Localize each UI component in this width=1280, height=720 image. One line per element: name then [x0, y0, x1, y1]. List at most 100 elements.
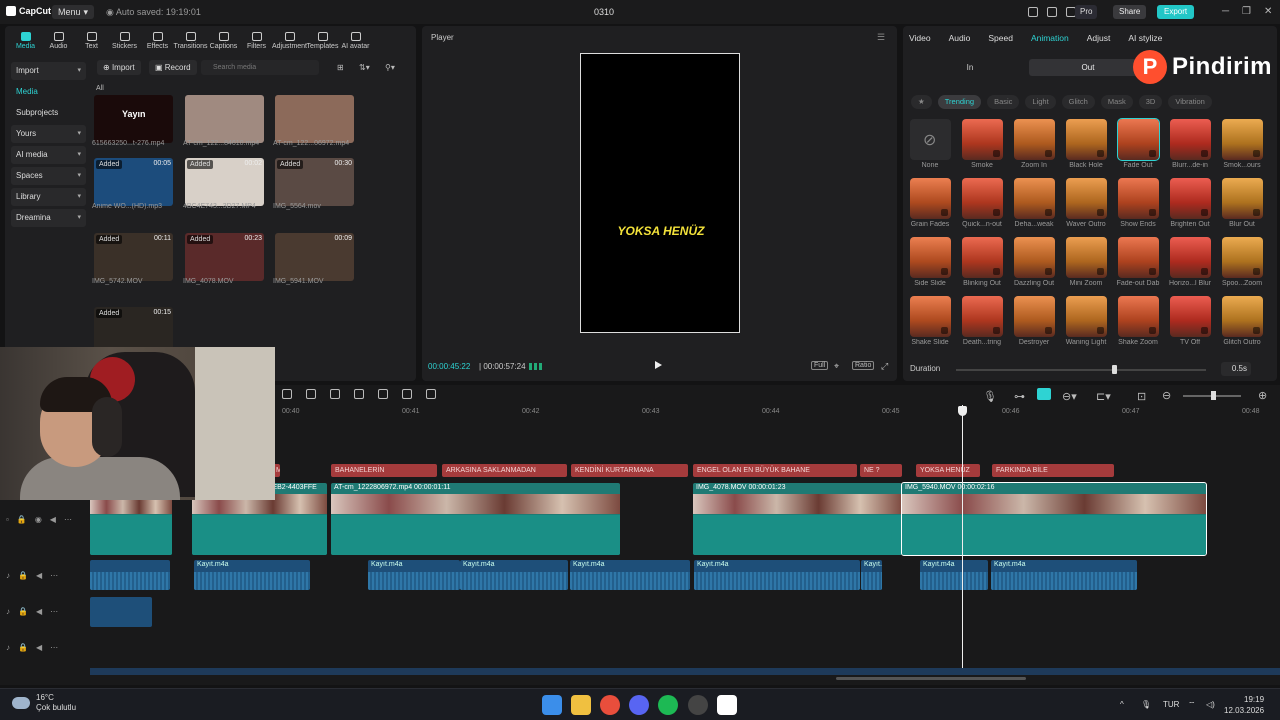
- audio-clip[interactable]: Kayıt.m4a: [368, 560, 460, 590]
- animation-preset[interactable]: [1117, 118, 1160, 161]
- layout-icon[interactable]: [1028, 7, 1038, 17]
- toolbar-media[interactable]: Media: [9, 26, 42, 52]
- more-icon[interactable]: ⋯: [50, 643, 58, 652]
- audio-clip[interactable]: Kayıt.m4a: [694, 560, 860, 590]
- play-icon[interactable]: [655, 361, 662, 369]
- sidebar-item-library[interactable]: Library ▾: [11, 188, 86, 206]
- animation-preset[interactable]: [962, 296, 1003, 337]
- tab-speed[interactable]: Speed: [988, 33, 1013, 43]
- sidebar-item-import[interactable]: Import ▾: [11, 62, 86, 80]
- cover-icon[interactable]: ▫: [6, 515, 9, 524]
- zoom-out-icon[interactable]: ⊖: [1162, 389, 1171, 402]
- media-thumbnail[interactable]: [185, 95, 264, 143]
- media-thumbnail[interactable]: Added 00:23: [185, 233, 264, 281]
- tray-chevron-icon[interactable]: ^: [1120, 700, 1124, 709]
- animation-preset[interactable]: [1222, 296, 1263, 337]
- animation-preset[interactable]: [1066, 119, 1107, 160]
- animation-preset[interactable]: [1222, 178, 1263, 219]
- media-thumbnail[interactable]: Added 00:05: [94, 158, 173, 206]
- split-icon[interactable]: [306, 389, 316, 399]
- link-icon[interactable]: ⊶: [1014, 390, 1025, 403]
- grid-view-icon[interactable]: ⊞: [337, 63, 344, 72]
- filter-icon[interactable]: ⚲▾: [385, 63, 395, 72]
- eye-icon[interactable]: ◉: [35, 515, 42, 524]
- toolbar-effects[interactable]: Effects: [141, 26, 174, 52]
- sidebar-item-spaces[interactable]: Spaces ▾: [11, 167, 86, 185]
- file-explorer-icon[interactable]: [571, 695, 591, 715]
- duration-value[interactable]: 0.5s: [1221, 362, 1251, 376]
- media-thumbnail[interactable]: [275, 95, 354, 143]
- playhead-handle[interactable]: [958, 406, 967, 416]
- animation-preset[interactable]: [1014, 119, 1055, 160]
- animation-preset[interactable]: [962, 237, 1003, 278]
- zoom-slider-handle[interactable]: [1211, 391, 1216, 400]
- text-clip[interactable]: ENGEL OLAN EN BÜYÜK BAHANE: [693, 464, 857, 477]
- audio-clip[interactable]: Kayıt.m4a: [920, 560, 988, 590]
- tab-audio[interactable]: Audio: [949, 33, 971, 43]
- toolbar-text[interactable]: Text: [75, 26, 108, 52]
- duration-slider-handle[interactable]: [1112, 365, 1117, 374]
- microphone-icon[interactable]: 🎙: [983, 390, 997, 403]
- horizontal-scrollbar[interactable]: [836, 677, 1026, 680]
- playhead[interactable]: [962, 405, 963, 673]
- toolbar-captions[interactable]: Captions: [207, 26, 240, 52]
- tab-animation[interactable]: Animation: [1031, 33, 1069, 43]
- focus-icon[interactable]: ⌖: [834, 361, 839, 372]
- animation-preset[interactable]: [1170, 178, 1211, 219]
- search-input[interactable]: Search media: [201, 60, 319, 75]
- audio-clip[interactable]: Kayıt.m4a: [991, 560, 1137, 590]
- toolbar-audio[interactable]: Audio: [42, 26, 75, 52]
- toolbar-adjustment[interactable]: Adjustment: [272, 26, 307, 52]
- tab-adjust[interactable]: Adjust: [1087, 33, 1111, 43]
- auto-cut-icon[interactable]: [354, 389, 364, 399]
- animation-preset[interactable]: [1170, 237, 1211, 278]
- select-icon[interactable]: [282, 389, 292, 399]
- video-clip[interactable]: IMG_5940.MOV 00:00:02:16: [901, 482, 1207, 556]
- favorites-star-icon[interactable]: ★: [911, 95, 932, 109]
- sidebar-item-dreamina[interactable]: Dreamina ▾: [11, 209, 86, 227]
- category-vibration[interactable]: Vibration: [1168, 95, 1212, 109]
- toolbar-transitions[interactable]: Transitions: [174, 26, 208, 52]
- toolbar-filters[interactable]: Filters: [240, 26, 273, 52]
- weather-widget[interactable]: 16°C Çok bulutlu: [12, 693, 76, 713]
- animation-preset[interactable]: [1170, 296, 1211, 337]
- text-clip[interactable]: BAHANELERİN: [331, 464, 437, 477]
- wifi-icon[interactable]: ⌔: [1188, 700, 1196, 710]
- animation-preset[interactable]: [1118, 296, 1159, 337]
- chrome-icon[interactable]: [600, 695, 620, 715]
- audio-clip[interactable]: [90, 597, 152, 627]
- freeze-icon[interactable]: [330, 389, 340, 399]
- sort-icon[interactable]: ⇅▾: [359, 63, 370, 72]
- pro-button[interactable]: Pro: [1075, 5, 1098, 19]
- obs-icon[interactable]: [688, 695, 708, 715]
- more-icon[interactable]: ⋯: [50, 607, 58, 616]
- close-icon[interactable]: ✕: [1264, 6, 1272, 17]
- animation-preset[interactable]: [962, 119, 1003, 160]
- animation-preset[interactable]: [1014, 296, 1055, 337]
- waveform-icon[interactable]: [529, 363, 543, 370]
- share-button[interactable]: Share: [1113, 5, 1147, 19]
- language-indicator[interactable]: TUR: [1163, 700, 1179, 709]
- animation-preset[interactable]: [910, 237, 951, 278]
- category-mask[interactable]: Mask: [1100, 95, 1133, 109]
- category-trending[interactable]: Trending: [937, 95, 982, 109]
- animation-preset[interactable]: [1118, 178, 1159, 219]
- media-thumbnail[interactable]: Added 00:02: [185, 158, 264, 206]
- category-glitch[interactable]: Glitch: [1061, 95, 1095, 109]
- tab-ai-stylize[interactable]: AI stylize: [1128, 33, 1162, 43]
- spotify-icon[interactable]: [658, 695, 678, 715]
- preview-canvas[interactable]: YOKSA HENÜZ: [580, 53, 740, 333]
- text-clip[interactable]: YOKSA HENÜZ: [916, 464, 980, 477]
- preview-axis-icon[interactable]: ⊖▾: [1062, 390, 1077, 403]
- animation-preset[interactable]: [1066, 178, 1107, 219]
- category-basic[interactable]: Basic: [987, 95, 1020, 109]
- project-title[interactable]: 0310: [594, 7, 614, 17]
- sidebar-item-media[interactable]: Media: [11, 83, 86, 101]
- animation-preset[interactable]: [910, 296, 951, 337]
- audio-clip[interactable]: Kayıt.m: [861, 560, 882, 590]
- clock[interactable]: 19:19 12.03.2026: [1224, 694, 1264, 716]
- tab-out[interactable]: Out: [1029, 59, 1147, 76]
- menu-icon[interactable]: ☰: [877, 32, 885, 43]
- toolbar-ai-avatar[interactable]: AI avatar: [339, 26, 372, 52]
- video-clip[interactable]: AT-cm_1222806972.mp4 00:00:01:11: [331, 483, 620, 555]
